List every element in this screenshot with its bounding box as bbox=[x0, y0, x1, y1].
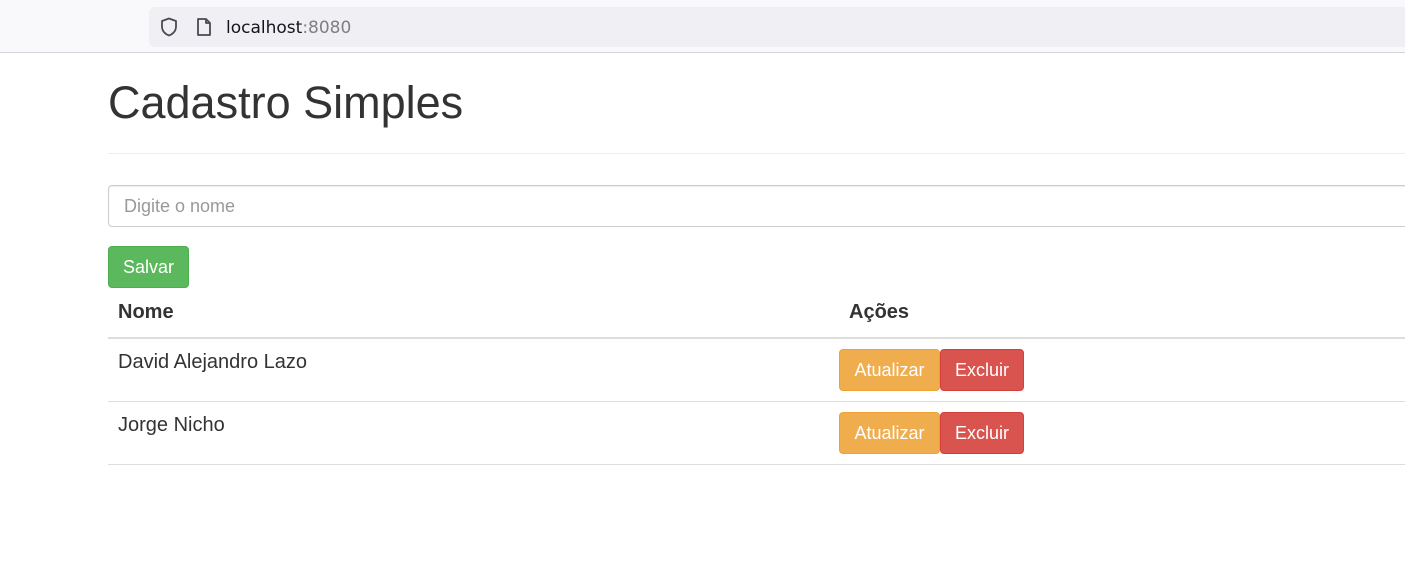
update-button[interactable]: Atualizar bbox=[839, 349, 940, 391]
save-button[interactable]: Salvar bbox=[108, 246, 189, 288]
column-header-name: Nome bbox=[108, 289, 839, 339]
delete-button[interactable]: Excluir bbox=[940, 411, 1024, 454]
table-row: David Alejandro Lazo Atualizar Excluir bbox=[108, 338, 1405, 402]
browser-toolbar: localhost:8080 bbox=[0, 0, 1405, 53]
people-table: Nome Ações David Alejandro Lazo Atualiza… bbox=[108, 289, 1405, 465]
url-text[interactable]: localhost:8080 bbox=[226, 18, 351, 38]
table-header-row: Nome Ações bbox=[108, 289, 1405, 339]
page-title: Cadastro Simples bbox=[108, 77, 464, 128]
row-actions: Atualizar Excluir bbox=[839, 401, 1405, 465]
update-button[interactable]: Atualizar bbox=[839, 411, 940, 454]
delete-button[interactable]: Excluir bbox=[940, 349, 1024, 391]
url-bar[interactable]: localhost:8080 bbox=[149, 7, 1405, 47]
page-icon[interactable] bbox=[194, 17, 214, 37]
name-input[interactable] bbox=[108, 185, 1405, 227]
person-name: David Alejandro Lazo bbox=[108, 338, 839, 402]
column-header-actions: Ações bbox=[839, 289, 1405, 339]
main-container: Cadastro Simples Salvar Nome Ações David… bbox=[108, 53, 1405, 465]
row-actions: Atualizar Excluir bbox=[839, 338, 1405, 402]
table-row: Jorge Nicho Atualizar Excluir bbox=[108, 401, 1405, 465]
url-port: :8080 bbox=[302, 18, 352, 38]
page-header: Cadastro Simples bbox=[108, 53, 1405, 154]
url-host: localhost bbox=[226, 18, 303, 38]
person-name: Jorge Nicho bbox=[108, 401, 839, 465]
shield-icon[interactable] bbox=[159, 17, 179, 37]
